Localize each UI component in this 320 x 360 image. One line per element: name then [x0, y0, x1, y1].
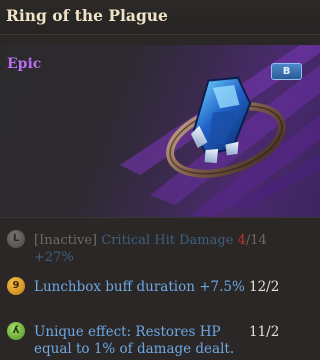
stat-label-line2: equal to 1% of damage dealt. [34, 341, 235, 357]
section-divider [0, 217, 320, 218]
item-title-bar: Ring of the Plague [0, 0, 320, 35]
stat-name: Critical Hit Damage [101, 233, 234, 248]
stat-max-value: /14 [245, 233, 267, 248]
stat-value: 11/2 [249, 324, 280, 340]
grade-badge: B [271, 63, 302, 80]
stat-label: Lunchbox buff duration +7.5% [34, 279, 245, 295]
orange-rune-icon: 9 [7, 277, 25, 295]
stat-bonus: +27% [34, 250, 74, 265]
item-rarity: Epic [7, 56, 42, 72]
green-rune-icon: ʎ [7, 322, 25, 340]
stat-label-line1: Unique effect: Restores HP [34, 324, 221, 340]
inactive-prefix: [Inactive] [34, 233, 98, 248]
item-name: Ring of the Plague [6, 6, 168, 25]
stat-current-value: 4 [237, 233, 246, 248]
item-preview-panel: Epic B [0, 45, 320, 217]
stat-value: 12/2 [249, 279, 280, 295]
stat-label: [Inactive] Critical Hit Damage 4/14 [34, 232, 267, 249]
inactive-rune-icon: L [7, 230, 25, 248]
